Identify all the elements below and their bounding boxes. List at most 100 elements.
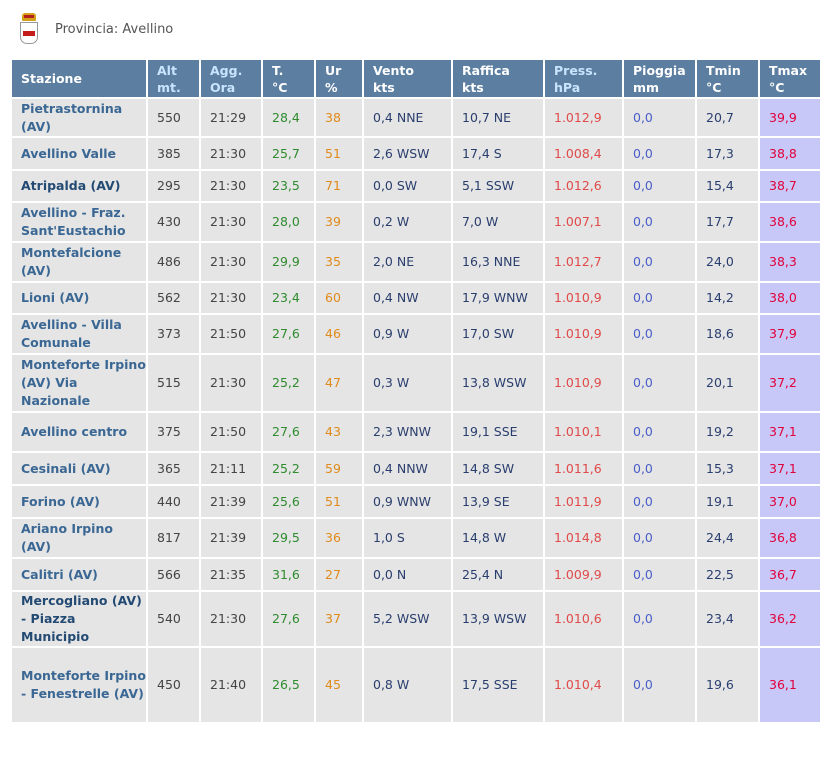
update-time-cell: 21:30 xyxy=(201,590,263,646)
update-time-cell: 21:30 xyxy=(201,136,263,169)
pressure-cell: 1.007,1 xyxy=(545,201,624,241)
tmin-cell: 20,1 xyxy=(697,353,760,411)
altitude-cell: 562 xyxy=(148,281,201,313)
humidity-cell: 36 xyxy=(316,517,364,557)
header-pioggia[interactable]: Pioggia mm xyxy=(624,60,697,97)
tmin-cell: 17,7 xyxy=(697,201,760,241)
station-name[interactable]: Pietrastornina (AV) xyxy=(12,97,148,136)
header-alt[interactable]: Alt mt. xyxy=(148,60,201,97)
station-name[interactable]: Monteforte Irpino (AV) Via Nazionale xyxy=(12,353,148,411)
temperature-cell: 29,9 xyxy=(263,241,316,281)
table-row: Avellino - Fraz. Sant'Eustachio 430 21:30 2… xyxy=(12,201,822,241)
province-title: Provincia: Avellino xyxy=(55,21,174,37)
header-stazione[interactable]: Stazione xyxy=(12,60,148,97)
gust-cell: 7,0 W xyxy=(453,201,545,241)
header-tmax[interactable]: Tmax °C xyxy=(760,60,822,97)
station-name[interactable]: Forino (AV) xyxy=(12,484,148,517)
station-name[interactable]: Mercogliano (AV) - Piazza Municipio xyxy=(12,590,148,646)
station-name[interactable]: Cesinali (AV) xyxy=(12,451,148,484)
rain-cell: 0,0 xyxy=(624,557,697,590)
wind-cell: 0,9 W xyxy=(364,313,453,353)
tmin-cell: 14,2 xyxy=(697,281,760,313)
table-row: Avellino - Villa Comunale 373 21:50 27,6 46 0… xyxy=(12,313,822,353)
gust-cell: 19,1 SSE xyxy=(453,411,545,451)
station-name[interactable]: Atripalda (AV) xyxy=(12,169,148,201)
altitude-cell: 540 xyxy=(148,590,201,646)
pressure-cell: 1.012,6 xyxy=(545,169,624,201)
pressure-cell: 1.010,9 xyxy=(545,313,624,353)
humidity-cell: 43 xyxy=(316,411,364,451)
altitude-cell: 365 xyxy=(148,451,201,484)
station-name[interactable]: Avellino centro xyxy=(12,411,148,451)
humidity-cell: 27 xyxy=(316,557,364,590)
pressure-cell: 1.009,9 xyxy=(545,557,624,590)
update-time-cell: 21:30 xyxy=(201,201,263,241)
tmin-cell: 24,4 xyxy=(697,517,760,557)
altitude-cell: 373 xyxy=(148,313,201,353)
rain-cell: 0,0 xyxy=(624,97,697,136)
rain-cell: 0,0 xyxy=(624,353,697,411)
wind-cell: 2,6 WSW xyxy=(364,136,453,169)
humidity-cell: 46 xyxy=(316,313,364,353)
header-raffica[interactable]: Raffica kts xyxy=(453,60,545,97)
tmax-cell: 39,9 xyxy=(760,97,822,136)
humidity-cell: 47 xyxy=(316,353,364,411)
pressure-cell: 1.011,9 xyxy=(545,484,624,517)
pressure-cell: 1.012,7 xyxy=(545,241,624,281)
rain-cell: 0,0 xyxy=(624,201,697,241)
tmin-cell: 15,4 xyxy=(697,169,760,201)
station-name[interactable]: Ariano Irpino (AV) xyxy=(12,517,148,557)
humidity-cell: 51 xyxy=(316,136,364,169)
station-name[interactable]: Avellino Valle xyxy=(12,136,148,169)
table-row: Lioni (AV) 562 21:30 23,4 60 0,4 NW 17,9 WNW 1.… xyxy=(12,281,822,313)
tmin-cell: 23,4 xyxy=(697,590,760,646)
header-aggiornamento[interactable]: Agg. Ora xyxy=(201,60,263,97)
altitude-cell: 440 xyxy=(148,484,201,517)
station-name[interactable]: Avellino - Villa Comunale xyxy=(12,313,148,353)
altitude-cell: 566 xyxy=(148,557,201,590)
header-umidita[interactable]: Ur% xyxy=(316,60,364,97)
wind-cell: 0,0 SW xyxy=(364,169,453,201)
temperature-cell: 31,6 xyxy=(263,557,316,590)
tmin-cell: 17,3 xyxy=(697,136,760,169)
temperature-cell: 23,5 xyxy=(263,169,316,201)
wind-cell: 0,4 NNE xyxy=(364,97,453,136)
station-name[interactable]: Calitri (AV) xyxy=(12,557,148,590)
humidity-cell: 60 xyxy=(316,281,364,313)
temperature-cell: 25,2 xyxy=(263,451,316,484)
table-row: Forino (AV) 440 21:39 25,6 51 0,9 WNW 13,9 SE 1… xyxy=(12,484,822,517)
gust-cell: 14,8 SW xyxy=(453,451,545,484)
header-tmin[interactable]: Tmin °C xyxy=(697,60,760,97)
temperature-cell: 27,6 xyxy=(263,313,316,353)
tmax-cell: 36,2 xyxy=(760,590,822,646)
wind-cell: 2,3 WNW xyxy=(364,411,453,451)
table-row: Monteforte Irpino - Fenestrelle (AV) 450 2… xyxy=(12,646,822,722)
station-name[interactable]: Lioni (AV) xyxy=(12,281,148,313)
pressure-cell: 1.010,6 xyxy=(545,590,624,646)
header-vento[interactable]: Vento kts xyxy=(364,60,453,97)
rain-cell: 0,0 xyxy=(624,484,697,517)
header-pressione[interactable]: Press. hPa xyxy=(545,60,624,97)
station-name[interactable]: Monteforte Irpino - Fenestrelle (AV) xyxy=(12,646,148,722)
temperature-cell: 25,7 xyxy=(263,136,316,169)
temperature-cell: 23,4 xyxy=(263,281,316,313)
tmin-cell: 19,6 xyxy=(697,646,760,722)
tmax-cell: 36,8 xyxy=(760,517,822,557)
tmax-cell: 36,7 xyxy=(760,557,822,590)
table-row: Avellino centro 375 21:50 27,6 43 2,3 WNW 19,1… xyxy=(12,411,822,451)
tmin-cell: 24,0 xyxy=(697,241,760,281)
update-time-cell: 21:30 xyxy=(201,281,263,313)
wind-cell: 0,8 W xyxy=(364,646,453,722)
station-name[interactable]: Montefalcione (AV) xyxy=(12,241,148,281)
temperature-cell: 28,4 xyxy=(263,97,316,136)
tmin-cell: 19,1 xyxy=(697,484,760,517)
stations-table: Stazione Alt mt. Agg. Ora T. °C Ur% Vento kt… xyxy=(12,60,822,722)
rain-cell: 0,0 xyxy=(624,313,697,353)
table-row: Atripalda (AV) 295 21:30 23,5 71 0,0 SW 5,1 SS… xyxy=(12,169,822,201)
temperature-cell: 28,0 xyxy=(263,201,316,241)
station-name[interactable]: Avellino - Fraz. Sant'Eustachio xyxy=(12,201,148,241)
header-temperatura[interactable]: T. °C xyxy=(263,60,316,97)
tmax-cell: 38,6 xyxy=(760,201,822,241)
table-row: Ariano Irpino (AV) 817 21:39 29,5 36 1,0 S 14,… xyxy=(12,517,822,557)
update-time-cell: 21:29 xyxy=(201,97,263,136)
